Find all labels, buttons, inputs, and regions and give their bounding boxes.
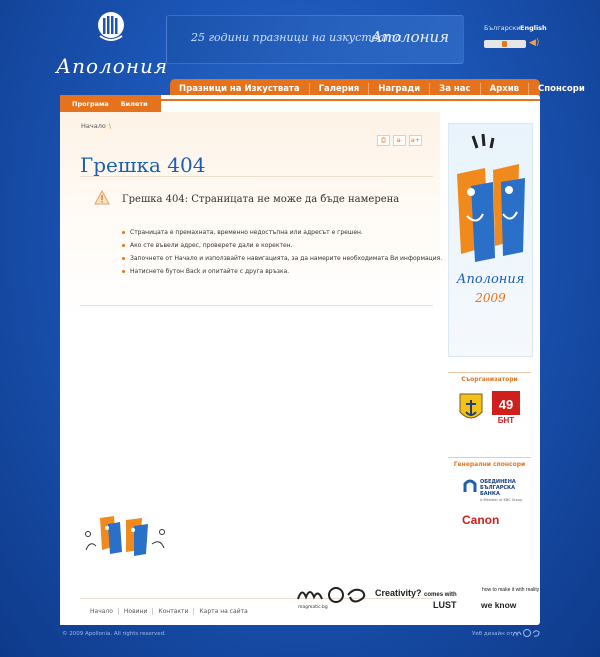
poster-year: 2009 (475, 291, 506, 305)
breadcrumb-home-link[interactable]: Начало (81, 122, 106, 130)
svg-text:49: 49 (499, 397, 513, 412)
logo-wordmark: Аполония (56, 54, 169, 78)
nav-item-awards[interactable]: Награди (369, 83, 431, 95)
list-item: Ако сте въвели адрес, проверете дали е к… (122, 242, 442, 249)
nav-underline (161, 99, 540, 101)
site-logo[interactable]: Аполония (56, 10, 169, 88)
lust-text: LUST (433, 600, 457, 610)
lyre-logo-icon (98, 12, 124, 41)
svg-text:БНТ: БНТ (498, 416, 515, 425)
mpg-credit-logo-icon[interactable] (512, 628, 540, 638)
list-item: Страницата е премахната, временно недост… (122, 229, 442, 236)
volume-slider-handle[interactable] (502, 41, 507, 47)
poster-mask-illustration (457, 134, 525, 262)
footer-link-contacts[interactable]: Контакти (153, 608, 195, 615)
bnt-logo-icon[interactable]: 49 БНТ (492, 391, 520, 425)
main-content: Начало \ ⎙ a- a+ Грешка 404 Грешка 404: С… (60, 112, 442, 625)
subnav-item-program[interactable]: Програма (60, 100, 109, 108)
volume-slider[interactable] (484, 40, 526, 48)
subnav-item-tickets[interactable]: Билети (109, 100, 148, 108)
ubb-tagline: A Member of KBC Group (480, 498, 523, 502)
speaker-icon[interactable]: ◀) (529, 38, 539, 48)
co-organizers-box: 49 БНТ (448, 388, 531, 428)
font-increase-button[interactable]: a+ (409, 135, 422, 146)
mpg-caption: magmatic.bg (298, 605, 328, 610)
header-banner[interactable]: 25 години празници на изкуствата Аполони… (166, 15, 464, 64)
festival-poster[interactable]: Аполония 2009 (448, 123, 533, 357)
sub-navigation: Програма Билети (60, 95, 161, 112)
error-message: Грешка 404: Страницата не може да бъде н… (122, 194, 400, 205)
print-icon[interactable]: ⎙ (377, 135, 390, 146)
design-credit: Уеб дизайн от (472, 631, 514, 637)
nav-item-archive[interactable]: Архив (481, 83, 530, 95)
page-title: Грешка 404 (80, 153, 206, 177)
canon-logo[interactable]: Canon (462, 513, 499, 527)
list-item: Започнете от Начало и използвайте навига… (122, 255, 442, 262)
footer-links: Начало Новини Контакти Карта на сайта (85, 608, 253, 615)
breadcrumb-separator: \ (108, 122, 112, 130)
font-decrease-button[interactable]: a- (393, 135, 406, 146)
nav-item-about[interactable]: За нас (430, 83, 481, 95)
knowhow-logo[interactable]: how to make it with reality (482, 587, 542, 593)
footer-link-home[interactable]: Начало (85, 608, 119, 615)
copyright-text: © 2009 Apollonia. All rights reserved. (62, 631, 166, 637)
creativity-logo[interactable]: Creativity? comes with (375, 588, 457, 598)
banner-wordmark: Аполония (371, 28, 450, 46)
footer-link-sitemap[interactable]: Карта на сайта (194, 608, 252, 615)
nav-item-sponsors[interactable]: Спонсори (529, 83, 594, 95)
we-know-text: we know (481, 600, 517, 610)
ubb-logo-icon[interactable] (462, 478, 478, 494)
list-item: Натиснете бутон Back и опитайте с друга … (122, 268, 442, 275)
footer-divider (80, 598, 433, 599)
content-panel: Програма Билети Начало \ ⎙ a- a+ Грешка 4… (60, 95, 540, 625)
breadcrumb: Начало \ (81, 122, 111, 130)
nav-item-festival[interactable]: Празници на Изкуствата (170, 83, 310, 95)
title-divider (80, 176, 433, 177)
creativity-text: Creativity? (375, 588, 422, 598)
sozopol-crest-icon[interactable] (458, 392, 484, 424)
mpg-logo-icon[interactable] (296, 585, 374, 605)
language-english-link[interactable]: English (520, 24, 547, 32)
language-bulgarian-link[interactable]: Български (484, 24, 520, 32)
error-suggestions-list: Страницата е премахната, временно недост… (122, 229, 442, 281)
footer-link-news[interactable]: Новини (119, 608, 154, 615)
comes-with-text: comes with (424, 592, 457, 598)
nav-item-gallery[interactable]: Галерия (310, 83, 370, 95)
co-organizers-heading: Съорганизатори (448, 372, 531, 383)
mascot-illustration (85, 516, 165, 556)
content-divider (80, 305, 433, 306)
ubb-name[interactable]: ОБЕДИНЕНА БЪЛГАРСКА БАНКА (480, 479, 530, 497)
poster-wordmark: Аполония (456, 272, 525, 287)
general-sponsors-heading: Генерални спонсори (448, 457, 531, 468)
page-tools: ⎙ a- a+ (377, 135, 422, 146)
warning-icon (94, 190, 110, 205)
